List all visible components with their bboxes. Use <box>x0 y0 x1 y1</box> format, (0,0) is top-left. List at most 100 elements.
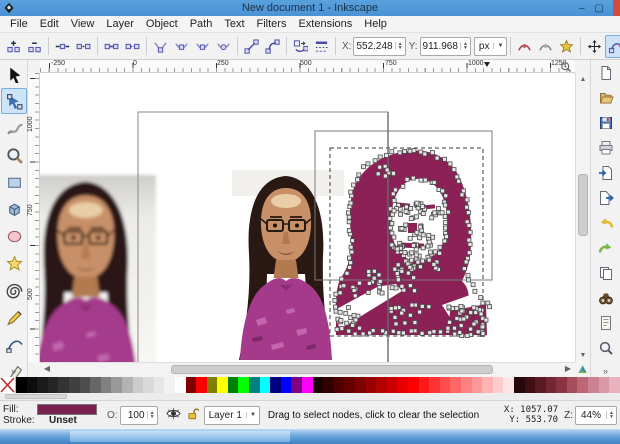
swatch-25[interactable] <box>270 377 281 393</box>
y-coord-input[interactable]: 911.968 ▲ ▼ <box>419 36 471 56</box>
swatch-39[interactable] <box>418 377 430 393</box>
layer-dropdown[interactable]: Layer 1 ▼ <box>203 405 260 425</box>
open-document-button[interactable] <box>593 86 619 110</box>
symmetric-node-button[interactable] <box>192 35 213 58</box>
horizontal-scroll-thumb[interactable] <box>171 365 493 374</box>
close-button[interactable] <box>613 0 620 16</box>
delete-segment-button[interactable] <box>122 35 143 58</box>
horizontal-scrollbar[interactable]: ◀ ▶ <box>40 362 575 376</box>
menu-filters[interactable]: Filters <box>251 17 293 31</box>
command-bar-overflow-button[interactable]: » <box>591 366 620 376</box>
swatch-8[interactable] <box>90 377 101 393</box>
toolbox-overflow-button[interactable]: » <box>0 366 27 376</box>
layer-lock-icon[interactable] <box>186 407 200 423</box>
swatch-14[interactable] <box>153 377 165 393</box>
swatch-30[interactable] <box>323 377 334 393</box>
swatch-32[interactable] <box>344 377 355 393</box>
export-bitmap-button[interactable] <box>593 186 619 210</box>
curve-segment-button[interactable] <box>262 35 283 58</box>
swatch-31[interactable] <box>333 377 345 393</box>
swatch-41[interactable] <box>439 377 451 393</box>
print-document-button[interactable] <box>593 136 619 160</box>
smooth-node-button[interactable] <box>171 35 192 58</box>
import-bitmap-button[interactable] <box>593 161 619 185</box>
swatch-56[interactable] <box>598 377 610 393</box>
swatch-11[interactable] <box>121 377 133 393</box>
scroll-right-icon[interactable]: ▶ <box>561 363 575 376</box>
swatch-16[interactable] <box>174 377 186 393</box>
swatch-18[interactable] <box>196 377 207 393</box>
swatch-34[interactable] <box>365 377 377 393</box>
stroke-to-path-button[interactable] <box>311 35 332 58</box>
layer-visibility-icon[interactable] <box>166 407 181 423</box>
ellipse-tool[interactable] <box>1 223 27 249</box>
auto-smooth-node-button[interactable] <box>213 35 234 58</box>
menu-extensions[interactable]: Extensions <box>292 17 358 31</box>
swatch-52[interactable] <box>556 377 567 393</box>
edit-clipping-path-button[interactable] <box>514 35 535 58</box>
menu-object[interactable]: Object <box>140 17 184 31</box>
palette-scroll-thumb[interactable] <box>5 394 67 399</box>
horizontal-ruler[interactable]: -250 0 250 500 750 1000 1250 <box>40 60 575 73</box>
swatch-27[interactable] <box>291 377 303 393</box>
swatch-4[interactable] <box>47 377 59 393</box>
find-button[interactable] <box>593 286 619 310</box>
break-nodes-button[interactable] <box>73 35 94 58</box>
swatch-28[interactable] <box>302 377 313 393</box>
show-transform-handles-button[interactable] <box>584 35 605 58</box>
vertical-scroll-thumb[interactable] <box>578 174 588 236</box>
scroll-up-icon[interactable]: ▲ <box>576 73 590 86</box>
edit-mask-button[interactable] <box>535 35 556 58</box>
opacity-input[interactable]: 100 ▲ ▼ <box>119 405 158 425</box>
menu-path[interactable]: Path <box>184 17 219 31</box>
menu-view[interactable]: View <box>65 17 101 31</box>
tweak-tool[interactable] <box>1 115 27 141</box>
swatch-26[interactable] <box>280 377 292 393</box>
palette-scrollbar[interactable] <box>0 393 620 400</box>
swatch-47[interactable] <box>503 377 514 393</box>
corner-node-button[interactable] <box>150 35 171 58</box>
object-to-path-button[interactable] <box>290 35 311 58</box>
swatch-17[interactable] <box>185 377 197 393</box>
swatch-46[interactable] <box>492 377 504 393</box>
menu-layer[interactable]: Layer <box>100 17 140 31</box>
swatch-29[interactable] <box>312 377 324 393</box>
save-document-button[interactable] <box>593 111 619 135</box>
swatch-54[interactable] <box>577 377 589 393</box>
swatch-6[interactable] <box>68 377 80 393</box>
swatch-20[interactable] <box>217 377 228 393</box>
swatch-37[interactable] <box>397 377 408 393</box>
maximize-button[interactable]: ▢ <box>595 3 604 14</box>
swatch-10[interactable] <box>111 377 122 393</box>
line-segment-button[interactable] <box>241 35 262 58</box>
swatch-53[interactable] <box>566 377 578 393</box>
zoom-tool[interactable] <box>1 142 27 168</box>
swatch-44[interactable] <box>471 377 483 393</box>
vertical-ruler[interactable]: 1000 750 500 <box>27 73 40 362</box>
swatch-3[interactable] <box>37 377 48 393</box>
menu-file[interactable]: File <box>4 17 34 31</box>
vertical-scrollbar[interactable]: ▲ ▼ <box>575 73 589 362</box>
fill-swatch[interactable] <box>37 404 97 415</box>
swatch-36[interactable] <box>386 377 398 393</box>
swatch-23[interactable] <box>249 377 260 393</box>
swatch-19[interactable] <box>206 377 218 393</box>
duplicate-button[interactable] <box>593 261 619 285</box>
swatch-13[interactable] <box>143 377 154 393</box>
canvas[interactable] <box>40 73 575 362</box>
swatch-35[interactable] <box>376 377 387 393</box>
swatch-49[interactable] <box>524 377 536 393</box>
spiral-tool[interactable] <box>1 277 27 303</box>
selector-tool[interactable] <box>1 61 27 87</box>
insert-node-button[interactable] <box>3 35 24 58</box>
delete-node-button[interactable] <box>24 35 45 58</box>
swatch-24[interactable] <box>259 377 271 393</box>
units-dropdown[interactable]: px ▼ <box>473 36 508 56</box>
spinner-arrows-icon[interactable]: ▲ ▼ <box>394 42 405 51</box>
bezier-tool[interactable] <box>1 331 27 357</box>
menu-edit[interactable]: Edit <box>34 17 65 31</box>
join-with-segment-button[interactable] <box>101 35 122 58</box>
minimize-button[interactable]: – <box>579 3 585 14</box>
swatch-43[interactable] <box>460 377 472 393</box>
swatch-40[interactable] <box>429 377 440 393</box>
